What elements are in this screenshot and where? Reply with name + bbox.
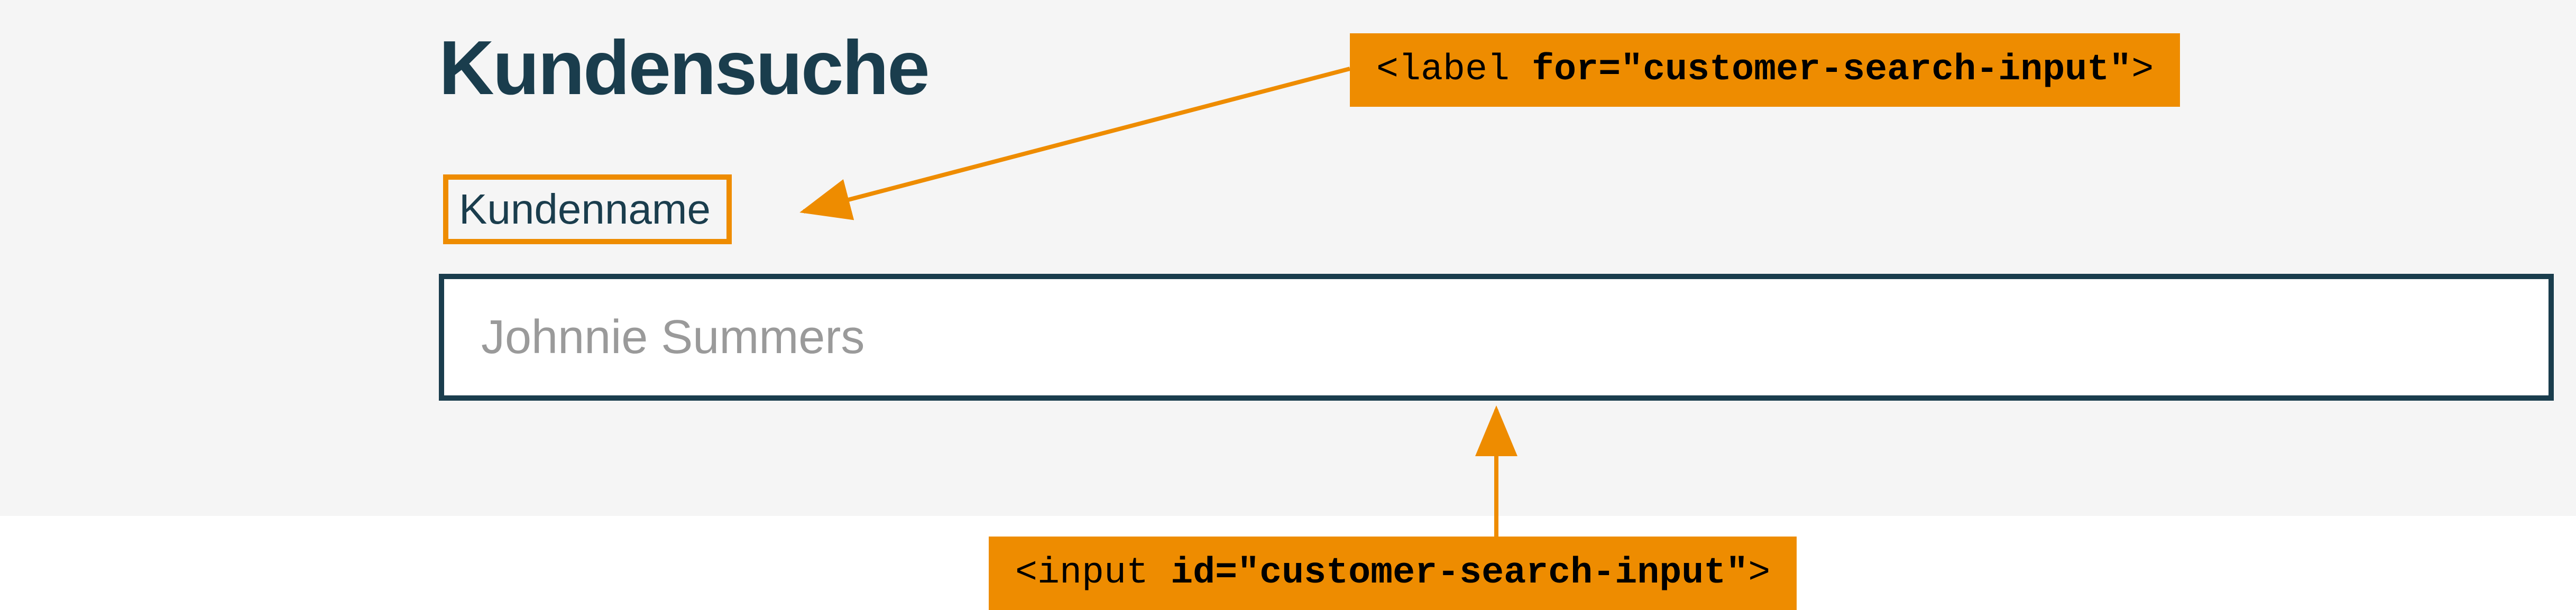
customer-search-input[interactable]: Johnnie Summers [439,274,2554,401]
callout-code-prefix: <input [1015,552,1171,594]
callout-code-suffix: > [1748,552,1770,594]
callout-code-bold: id="customer-search-input" [1171,552,1748,594]
page-title: Kundensuche [439,24,928,112]
customer-name-label: Kundenname [459,186,711,233]
callout-code-bold: for="customer-search-input" [1532,49,2131,91]
form-background: Kundensuche Kundenname Johnnie Summers [0,0,2576,516]
annotation-input-callout: <input id="customer-search-input"> [989,537,1797,610]
callout-code-prefix: <label [1376,49,1532,91]
annotation-label-callout: <label for="customer-search-input"> [1350,33,2180,107]
field-label-highlighted: Kundenname [443,174,732,244]
callout-code-suffix: > [2131,49,2154,91]
input-placeholder-text: Johnnie Summers [481,310,864,365]
